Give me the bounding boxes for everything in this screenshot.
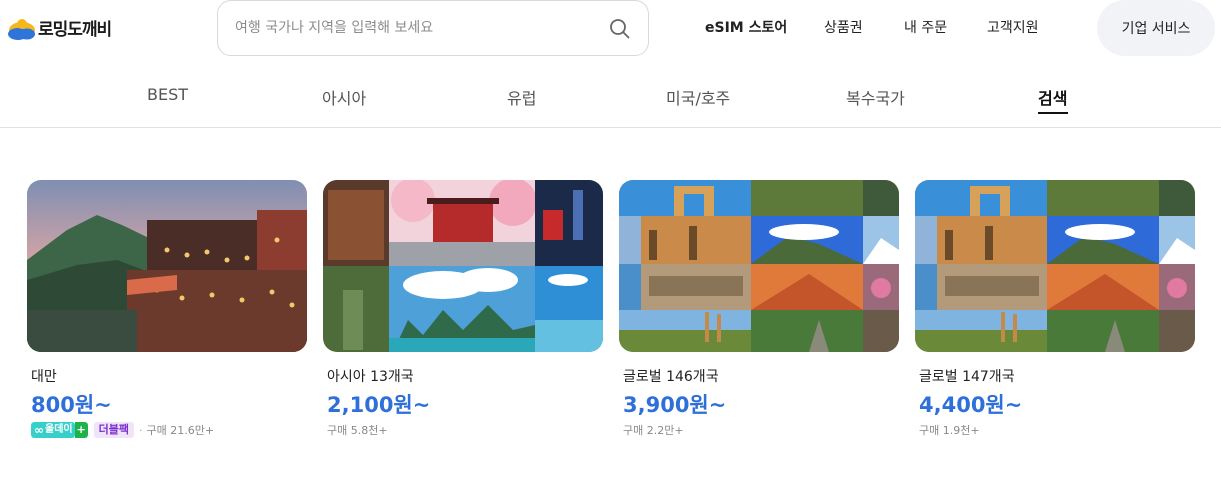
product-card-asia-13[interactable]: 아시아 13개국 2,100원~ 구매 5.8천+ — [323, 180, 603, 437]
double-pack-badge: 더블팩 — [93, 422, 134, 438]
product-title: 글로벌 146개국 — [623, 369, 719, 385]
business-service-button[interactable]: 기업 서비스 — [1097, 0, 1215, 56]
nav-support[interactable]: 고객지원 — [987, 17, 1039, 37]
product-title: 아시아 13개국 — [327, 369, 414, 385]
infinity-icon: ∞ — [34, 423, 44, 437]
product-meta: 구매 1.9천+ — [919, 422, 980, 438]
region-tabs: BEST 아시아 유럽 미국/호주 복수국가 검색 — [0, 72, 1221, 128]
allday-badge-label: ∞ 올데이 — [31, 422, 75, 438]
product-price: 2,100원~ — [327, 393, 431, 417]
product-price: 3,900원~ — [623, 393, 727, 417]
product-card-global-146[interactable]: 글로벌 146개국 3,900원~ 구매 2.2만+ — [619, 180, 899, 437]
allday-badge: ∞ 올데이 + — [31, 422, 88, 438]
search-input[interactable] — [235, 15, 595, 41]
search-icon[interactable] — [609, 18, 630, 39]
nav-gift-card[interactable]: 상품권 — [824, 17, 863, 37]
product-thumbnail[interactable] — [27, 180, 307, 352]
product-price: 4,400원~ — [919, 393, 1023, 417]
product-title: 글로벌 147개국 — [919, 369, 1015, 385]
plus-badge: + — [74, 422, 88, 438]
active-tab-underline — [1038, 112, 1068, 114]
product-price: 800원~ — [31, 393, 112, 417]
allday-badge-text: 올데이 — [45, 424, 73, 435]
product-thumbnail[interactable] — [619, 180, 899, 352]
tab-best[interactable]: BEST — [147, 85, 188, 104]
purchase-count: 구매 2.2만+ — [623, 424, 684, 437]
purchase-count: 구매 1.9천+ — [919, 424, 980, 437]
nav-esim-store[interactable]: eSIM 스토어 — [705, 17, 787, 37]
separator-dot: · — [138, 423, 143, 437]
product-meta: 구매 2.2만+ — [623, 422, 684, 438]
logo[interactable]: 로밍도깨비 — [7, 15, 112, 40]
nav-my-orders[interactable]: 내 주문 — [904, 17, 947, 37]
product-meta: 구매 5.8천+ — [327, 422, 388, 438]
product-title: 대만 — [31, 369, 57, 385]
tab-europe[interactable]: 유럽 — [507, 85, 536, 109]
product-thumbnail[interactable] — [915, 180, 1195, 352]
product-card-taiwan[interactable]: 대만 800원~ ∞ 올데이 + 더블팩 · 구매 21.6만+ — [27, 180, 307, 438]
tab-asia[interactable]: 아시아 — [322, 85, 366, 109]
product-card-global-147[interactable]: 글로벌 147개국 4,400원~ 구매 1.9천+ — [915, 180, 1195, 437]
cloud-logo-icon — [7, 16, 37, 40]
logo-text: 로밍도깨비 — [38, 20, 112, 40]
purchase-count: 구매 21.6만+ — [146, 424, 215, 437]
tab-search[interactable]: 검색 — [1038, 85, 1067, 109]
purchase-count: 구매 5.8천+ — [327, 424, 388, 437]
product-thumbnail[interactable] — [323, 180, 603, 352]
product-meta: ∞ 올데이 + 더블팩 · 구매 21.6만+ — [31, 422, 214, 438]
search-box[interactable] — [217, 0, 649, 56]
tab-us-australia[interactable]: 미국/호주 — [666, 85, 730, 109]
tab-multi-country[interactable]: 복수국가 — [846, 85, 905, 109]
header: 로밍도깨비 eSIM 스토어 상품권 내 주문 고객지원 기업 서비스 — [0, 0, 1221, 56]
